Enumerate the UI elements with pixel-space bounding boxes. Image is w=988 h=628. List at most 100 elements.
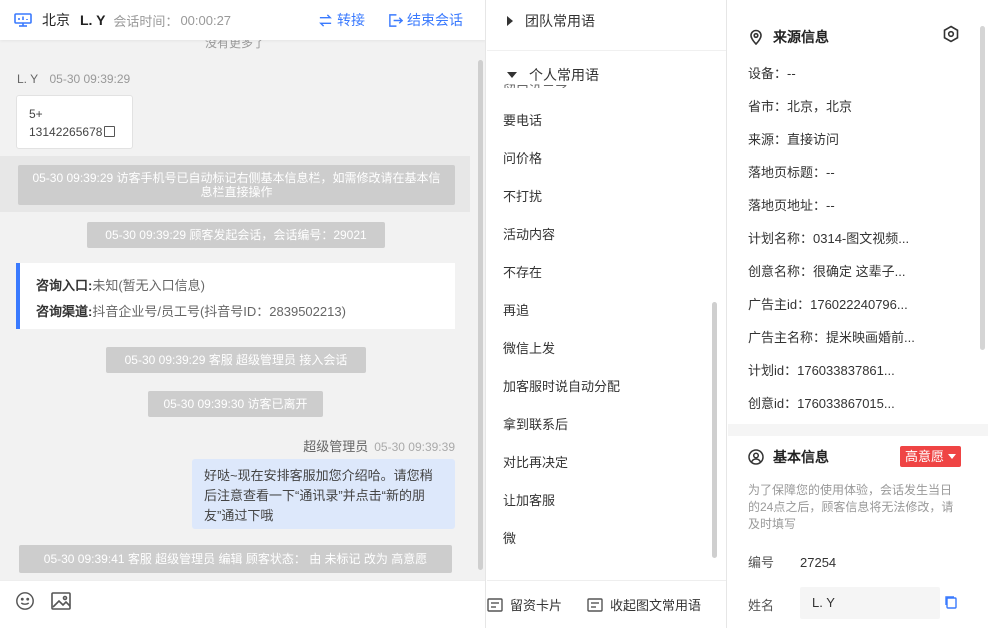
intent-status-dropdown[interactable]: 高意愿	[900, 446, 961, 467]
system-message-autotag: 05-30 09:39:29 访客手机号已自动标记右侧基本信息栏，如需修改请在基…	[18, 165, 455, 205]
no-more-text: 没有更多了	[204, 40, 265, 50]
phrase-item[interactable]: 拿到联系后	[503, 414, 620, 452]
consult-info-card: 咨询入口:未知(暂无入口信息) 咨询渠道:抖音企业号/员工号(抖音号ID：283…	[16, 263, 455, 329]
chat-messages[interactable]: 没有更多了 L. Y 05-30 09:39:29 5+ 13142265678…	[0, 40, 485, 580]
chat-scrollbar[interactable]	[478, 60, 483, 570]
session-time-label: 会话时间：	[113, 13, 179, 29]
source-field: 计划id：176033837861...	[748, 363, 895, 378]
lead-card-button[interactable]: 留资卡片	[487, 595, 562, 614]
phrase-item[interactable]: 微信上发	[503, 338, 620, 376]
caret-right-icon	[507, 16, 513, 26]
customer-name-label: 姓名	[748, 598, 775, 613]
chat-panel: 北京 L. Y 会话时间： 00:00:27 转接 结束会话 没有更多了 L. …	[0, 0, 486, 628]
location-icon	[750, 29, 762, 45]
customer-name-input[interactable]: L. Y	[800, 587, 940, 619]
phrases-footer: 留资卡片 收起图文常用语	[487, 580, 726, 628]
customer-number-value: 27254	[800, 555, 837, 570]
basic-info-title: 基本信息	[748, 447, 829, 467]
session-time-value: 00:00:27	[180, 12, 232, 28]
consult-channel-label: 咨询渠道:	[36, 304, 93, 319]
source-info-list: 设备：-- 省市：北京，北京 来源：直接访问 落地页标题：-- 落地页地址：--…	[748, 62, 915, 425]
phrase-item[interactable]: 问价格	[503, 148, 620, 186]
collapse-phrases-button[interactable]: 收起图文常用语	[587, 595, 701, 614]
caret-down-icon	[507, 72, 517, 78]
exit-icon	[389, 13, 403, 27]
basic-info-label: 基本信息	[773, 449, 829, 465]
phrase-item[interactable]: 微	[503, 528, 620, 566]
consult-channel-value: 抖音企业号/员工号(抖音号ID：2839502213)	[92, 304, 346, 319]
visitor-city: 北京	[42, 12, 70, 28]
agent-message-bubble: 好哒~现在安排客服加您介绍哈。请您稍后注意查看一下“通讯录”并点击“新的朋友”通…	[192, 459, 455, 529]
edit-notice: 为了保障您的使用体验，会话发生当日的24点之后，顾客信息将无法修改，请及时填写	[748, 483, 954, 531]
phrase-item[interactable]: 对比再决定	[503, 452, 620, 490]
chat-header: 北京 L. Y 会话时间： 00:00:27 转接 结束会话	[0, 0, 485, 40]
phrase-item[interactable]: 不打扰	[503, 186, 620, 224]
agent-message-name: 超级管理员	[303, 439, 369, 454]
agent-message-meta: 超级管理员 05-30 09:39:39	[303, 436, 455, 455]
customer-number-row: 编号 27254	[748, 552, 836, 571]
collapse-phrases-label: 收起图文常用语	[610, 598, 702, 613]
source-field: 广告主id：176022240796...	[748, 297, 908, 312]
system-message-join: 05-30 09:39:29 客服 超级管理员 接入会话	[106, 347, 366, 373]
copy-icon[interactable]	[944, 595, 958, 609]
phrase-item[interactable]: 不存在	[503, 262, 620, 300]
phrase-item[interactable]: 加客服时说自动分配	[503, 376, 620, 414]
visitor-message-meta: L. Y 05-30 09:39:29	[17, 72, 130, 86]
emoji-icon[interactable]	[14, 591, 36, 611]
consult-entry-label: 咨询入口:	[36, 278, 93, 293]
source-field: 落地页地址：--	[748, 198, 835, 213]
source-field: 落地页标题：--	[748, 165, 835, 180]
phone-line-1: 5+	[29, 107, 43, 121]
customer-number-label: 编号	[748, 555, 775, 570]
consult-entry-value: 未知(暂无入口信息)	[92, 278, 206, 293]
phrases-scrollbar[interactable]	[712, 302, 717, 558]
phrase-item[interactable]: 让加客服	[503, 490, 620, 528]
system-message-start: 05-30 09:39:29 顾客发起会话，会话编号：29021	[87, 222, 385, 248]
dropdown-caret-icon	[948, 454, 956, 459]
visitor-name: L. Y	[80, 12, 106, 28]
phrase-list: 要电话 问价格 不打扰 活动内容 不存在 再追 微信上发 加客服时说自动分配 拿…	[503, 110, 620, 566]
monitor-icon	[14, 13, 32, 27]
divider	[487, 50, 726, 51]
user-circle-icon	[748, 449, 764, 465]
source-field: 设备：--	[748, 66, 796, 81]
source-field: 计划名称：0314-图文视频...	[748, 231, 910, 246]
phrase-item[interactable]: 再追	[503, 300, 620, 338]
phrase-item[interactable]: 活动内容	[503, 224, 620, 262]
settings-icon[interactable]	[942, 25, 960, 43]
image-icon[interactable]	[50, 591, 72, 611]
system-message-left: 05-30 09:39:30 访客已离开	[148, 391, 323, 417]
source-info-label: 来源信息	[773, 29, 829, 45]
visitor-info-panel: 来源信息 设备：-- 省市：北京，北京 来源：直接访问 落地页标题：-- 落地页…	[728, 0, 988, 628]
team-phrases-group[interactable]: 团队常用语	[507, 11, 595, 31]
phone-line-2: 13142265678	[29, 123, 120, 141]
source-field: 广告主名称：提米映画婚前...	[748, 330, 915, 345]
card-icon	[487, 597, 503, 612]
phrases-panel: 团队常用语 个人常用语 留口没示了 要电话 问价格 不打扰 活动内容 不存在 再…	[487, 0, 727, 628]
phrase-item[interactable]: 要电话	[503, 110, 620, 148]
visitor-message-name: L. Y	[17, 72, 39, 86]
transfer-label: 转接	[337, 12, 365, 28]
visitor-phone-bubble: 5+ 13142265678	[16, 95, 133, 149]
end-session-label: 结束会话	[407, 12, 463, 28]
copy-icon[interactable]	[104, 126, 116, 137]
intent-status-label: 高意愿	[905, 449, 945, 464]
source-field: 创意名称：很确定 这辈子...	[748, 264, 906, 279]
system-message-edit: 05-30 09:39:41 客服 超级管理员 编辑 顾客状态： 由 未标记 改…	[19, 545, 452, 573]
lead-card-label: 留资卡片	[510, 598, 563, 613]
source-field: 创意id：176033867015...	[748, 396, 895, 411]
phone-number: 13142265678	[29, 125, 103, 139]
chat-input-toolbar	[0, 580, 485, 628]
source-field: 来源：直接访问	[748, 132, 840, 147]
team-phrases-label: 团队常用语	[525, 13, 595, 29]
agent-message-time: 05-30 09:39:39	[374, 440, 455, 454]
transfer-button[interactable]: 转接	[318, 10, 365, 30]
end-session-button[interactable]: 结束会话	[388, 10, 463, 30]
visitor-message-time: 05-30 09:39:29	[49, 72, 131, 86]
phrase-item-partial[interactable]: 留口没示了	[503, 80, 568, 88]
info-scrollbar[interactable]	[980, 26, 985, 350]
consult-entry-row: 咨询入口:未知(暂无入口信息)	[36, 273, 455, 299]
message-icon	[587, 597, 603, 612]
transfer-icon	[319, 13, 332, 27]
section-gap	[728, 424, 988, 436]
